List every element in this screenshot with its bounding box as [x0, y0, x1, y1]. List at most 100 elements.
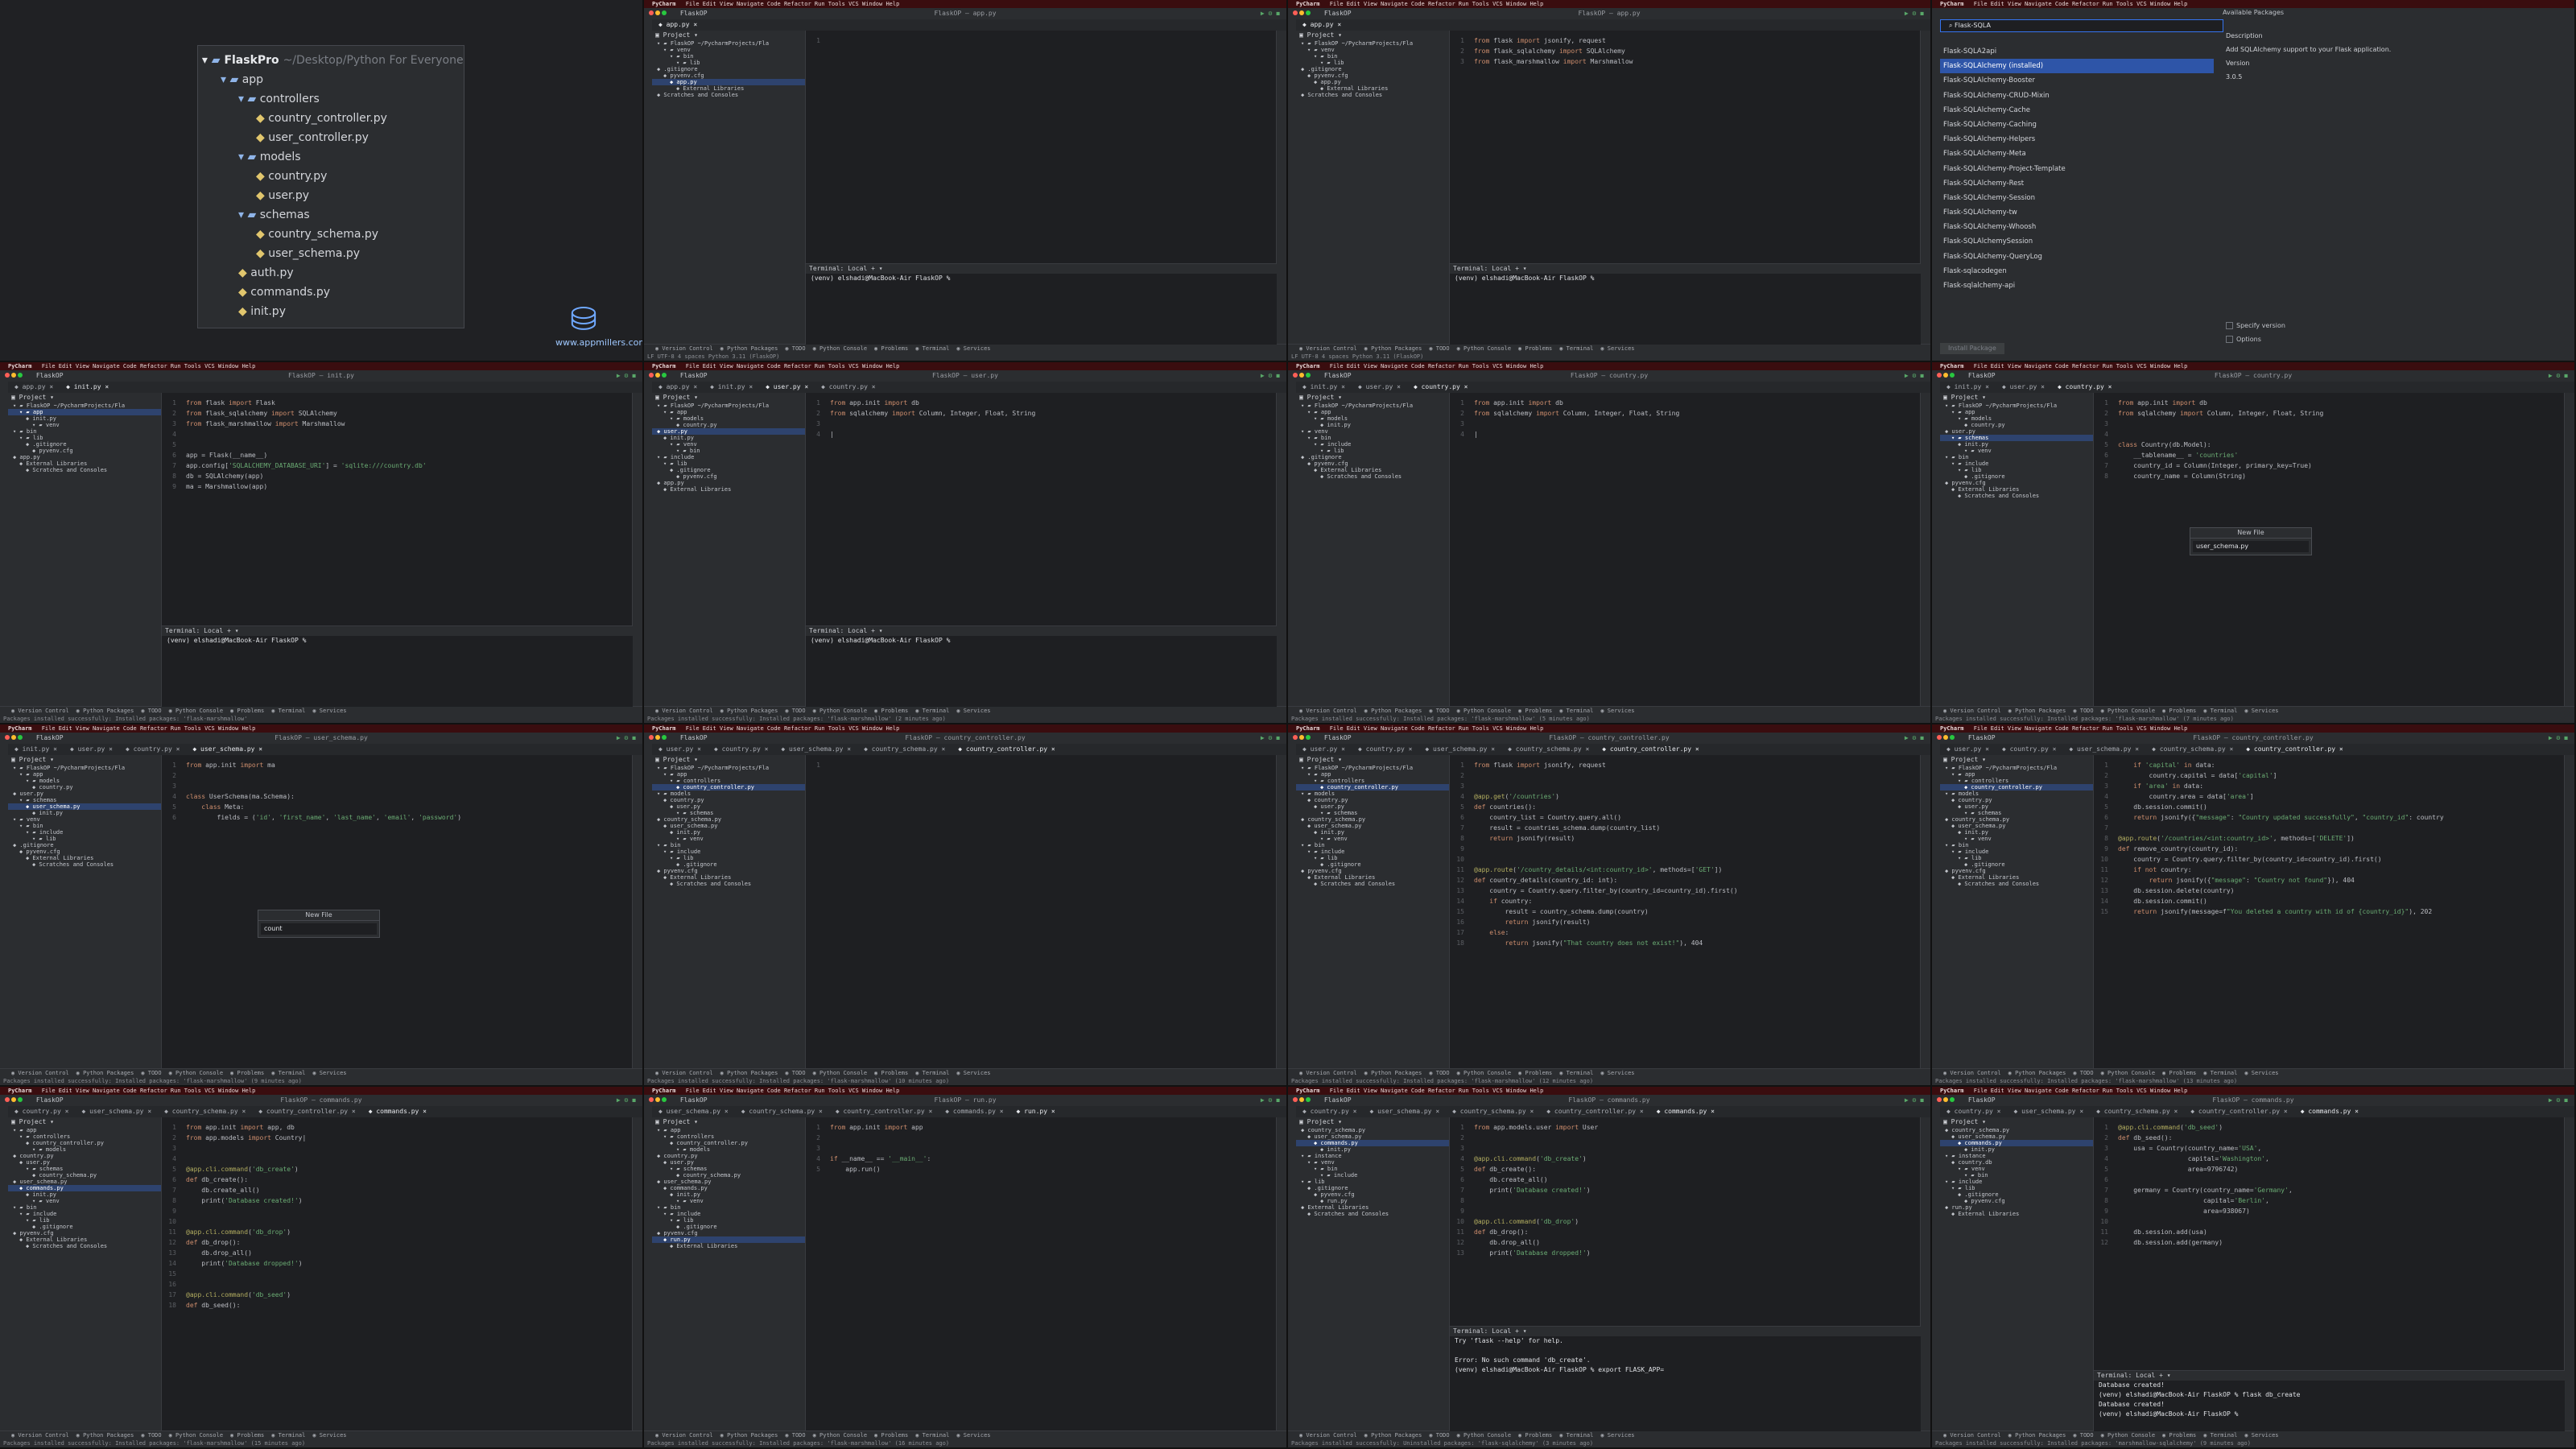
mac-menu-item[interactable]: PyCharm [1940, 363, 1967, 369]
project-tree-item[interactable]: ◆ country.py [652, 797, 805, 803]
mac-menu-item[interactable]: Run [2103, 363, 2116, 369]
status-tool-button[interactable]: ◉ Terminal [1559, 1070, 1593, 1076]
project-tree-item[interactable]: ▾ ▰ lib [652, 60, 805, 66]
mac-menu-item[interactable]: Help [242, 363, 255, 369]
run-icon[interactable]: ▶ ⚙ ◼ [2549, 1095, 2568, 1106]
project-tree-item[interactable]: ▾ ▰ bin [1296, 435, 1449, 441]
project-tree-item[interactable]: ◆ app.py [652, 480, 805, 486]
package-item[interactable]: Flask-SQLAlchemy-Session [1940, 191, 2214, 205]
mac-menu-item[interactable]: Edit [703, 363, 720, 369]
project-tree-item[interactable]: ▾ ▰ schemas [652, 1166, 805, 1172]
project-tree-item[interactable]: ◆ .gitignore [1296, 861, 1449, 868]
editor-tab[interactable]: ◆ init.py × [60, 382, 115, 393]
mac-menu-item[interactable]: Code [123, 725, 140, 732]
project-name[interactable]: FlaskOP [1324, 372, 1352, 379]
mac-menu-item[interactable]: PyCharm [1296, 1, 1323, 7]
editor-tab[interactable]: ◆ country_controller.py × [1540, 1106, 1649, 1117]
project-tree-item[interactable]: ▾ ▰ lib [1296, 448, 1449, 454]
mac-menu-item[interactable]: Help [2174, 1088, 2187, 1094]
project-name[interactable]: FlaskOP [680, 10, 708, 17]
mac-menu-item[interactable]: Run [2103, 1, 2116, 7]
mac-menu-item[interactable]: Tools [184, 1088, 204, 1094]
mac-menu-item[interactable]: Navigate [1381, 1, 1411, 7]
mac-menu-item[interactable]: File [686, 1088, 703, 1094]
editor-tab[interactable]: ◆ init.py × [1940, 382, 1996, 393]
status-tool-button[interactable]: ◉ Version Control [1943, 1432, 2001, 1439]
project-tree-item[interactable]: ▾ ▰ FlaskOP ~/PycharmProjects/Fla [652, 402, 805, 409]
code-editor[interactable]: 1 [806, 755, 1277, 1069]
project-tree-item[interactable]: ▾ ▰ app [1296, 409, 1449, 415]
mac-menu-item[interactable]: Run [815, 1088, 828, 1094]
mac-menu-item[interactable]: Help [886, 363, 899, 369]
project-name[interactable]: FlaskOP [1324, 1096, 1352, 1104]
project-tree-item[interactable]: ◆ country_schema.py [1940, 1127, 2093, 1133]
mac-menu-item[interactable]: PyCharm [1940, 1088, 1967, 1094]
mac-menu-item[interactable]: PyCharm [652, 1088, 679, 1094]
status-tool-button[interactable]: ◉ Version Control [1943, 708, 2001, 714]
mac-menu-item[interactable]: VCS [204, 1088, 218, 1094]
mac-menu-item[interactable]: Tools [2116, 1088, 2136, 1094]
editor-tab[interactable]: ◆ commands.py × [2294, 1106, 2365, 1117]
project-tree-item[interactable]: ◆ user.py [1940, 803, 2093, 810]
mac-menu-item[interactable]: Run [171, 363, 184, 369]
status-tool-button[interactable]: ◉ TODO [1429, 1432, 1449, 1439]
project-tree-item[interactable]: ◆ commands.py [1940, 1140, 2093, 1146]
status-tool-button[interactable]: ◉ Problems [874, 1070, 908, 1076]
package-item[interactable]: Flask-SQLAlchemy-QueryLog [1940, 250, 2214, 264]
project-tree-item[interactable]: ◆ External Libraries [1940, 486, 2093, 493]
mac-menu-item[interactable]: Window [862, 363, 886, 369]
project-tree-item[interactable]: ▾ ▰ FlaskOP ~/PycharmProjects/Fla [652, 40, 805, 47]
project-tree-item[interactable]: ◆ Scratches and Consoles [1296, 92, 1449, 98]
project-tree-item[interactable]: ◆ Scratches and Consoles [652, 92, 805, 98]
mac-menu-item[interactable]: VCS [1492, 363, 1506, 369]
status-tool-button[interactable]: ◉ Problems [230, 708, 264, 714]
status-tool-button[interactable]: ◉ Problems [1518, 345, 1552, 352]
mac-menu-item[interactable]: Tools [828, 363, 848, 369]
mac-menu-item[interactable]: Code [1411, 725, 1428, 732]
project-tree-item[interactable]: ◆ External Libraries [8, 855, 161, 861]
status-tool-button[interactable]: ◉ Python Packages [2008, 1432, 2066, 1439]
project-name[interactable]: FlaskOP [1968, 734, 1996, 741]
editor-tab[interactable]: ◆ country.py × [815, 382, 881, 393]
mac-menu-item[interactable]: Navigate [737, 1, 767, 7]
project-tree-item[interactable]: ◆ country.py [1940, 797, 2093, 803]
mac-menu-item[interactable]: PyCharm [1940, 1, 1967, 7]
editor-tab[interactable]: ◆ init.py × [1296, 382, 1352, 393]
mac-menu-item[interactable]: File [686, 725, 703, 732]
mac-menu-item[interactable]: VCS [2136, 1, 2150, 7]
mac-menu-item[interactable]: PyCharm [1296, 1088, 1323, 1094]
project-tree-item[interactable]: ▾ ▰ FlaskOP ~/PycharmProjects/Fla [1296, 765, 1449, 771]
tree-item[interactable]: ◆ country_controller.py [198, 109, 464, 128]
terminal-panel[interactable]: Terminal: Local + ▾ (venv) elshadi@MacBoo… [162, 625, 633, 707]
project-pane-title[interactable]: ▣ Project ▾ [1296, 393, 1449, 402]
run-icon[interactable]: ▶ ⚙ ◼ [1261, 733, 1280, 744]
project-tree-item[interactable]: ◆ External Libraries [1940, 1211, 2093, 1217]
mac-menu-item[interactable]: Run [1459, 1088, 1472, 1094]
status-tool-button[interactable]: ◉ TODO [785, 345, 805, 352]
editor-tab[interactable]: ◆ country_controller.py × [829, 1106, 939, 1117]
status-tool-button[interactable]: ◉ Terminal [915, 708, 949, 714]
project-tree-item[interactable]: ◆ .gitignore [1940, 1191, 2093, 1198]
editor-tab[interactable]: ◆ app.py × [652, 19, 704, 31]
package-search-input[interactable]: ⌕ Flask-SQLA [1940, 19, 2223, 32]
mac-menu-item[interactable]: File [686, 1, 703, 7]
project-tree-item[interactable]: ◆ commands.py [8, 1185, 161, 1191]
options-checkbox[interactable]: Options [2226, 336, 2285, 343]
mac-menu-item[interactable]: Tools [828, 725, 848, 732]
package-item[interactable]: Flask-SQLAlchemy-tw [1940, 205, 2214, 220]
project-name[interactable]: FlaskOP [1324, 10, 1352, 17]
mac-menu-item[interactable]: Run [1459, 1, 1472, 7]
mac-menu-item[interactable]: Edit [703, 725, 720, 732]
mac-menu-item[interactable]: View [2008, 1088, 2025, 1094]
project-tree-item[interactable]: ▾ ▰ venv [1940, 1166, 2093, 1172]
mac-menu-item[interactable]: View [76, 363, 93, 369]
mac-menu-item[interactable]: Refactor [2072, 363, 2103, 369]
project-tree-item[interactable]: ▾ ▰ include [1296, 441, 1449, 448]
project-tree-item[interactable]: ▾ ▰ lib [1296, 60, 1449, 66]
project-tree-item[interactable]: ▾ ▰ app [8, 771, 161, 778]
status-tool-button[interactable]: ◉ TODO [785, 1070, 805, 1076]
package-item[interactable]: Flask-SQLAlchemy-CRUD-Mixin [1940, 89, 2214, 103]
project-pane-title[interactable]: ▣ Project ▾ [1296, 755, 1449, 765]
status-tool-button[interactable]: ◉ Services [956, 345, 990, 352]
project-pane-title[interactable]: ▣ Project ▾ [8, 1117, 161, 1127]
